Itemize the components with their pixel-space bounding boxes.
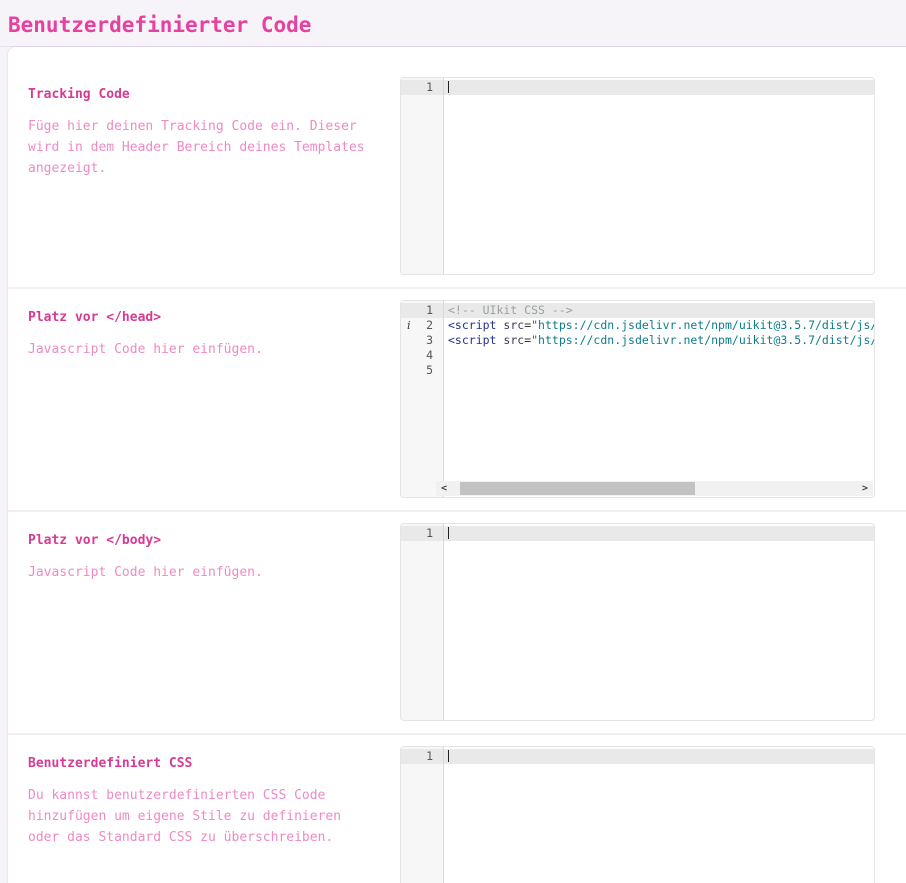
code-line: 3<script src="https://cdn.jsdelivr.net/n… (401, 333, 874, 348)
gutter-divider (443, 78, 444, 274)
section-info: Benutzerdefiniert CSS Du kannst benutzer… (8, 746, 400, 883)
custom-code-page: Benutzerdefinierter Code Tracking Code F… (0, 0, 906, 883)
code-line: 1 (401, 80, 874, 95)
line-number: 4 (401, 348, 444, 363)
line-number-gutter (401, 78, 443, 274)
line-number: 1 (401, 526, 444, 541)
text-cursor (448, 81, 449, 93)
section-custom-css: Benutzerdefiniert CSS Du kannst benutzer… (8, 733, 906, 883)
section-description: Javascript Code hier einfügen. (28, 339, 378, 360)
code-line: 1 (401, 749, 874, 764)
section-heading: Platz vor </body> (28, 533, 378, 548)
line-number: 5 (401, 363, 444, 378)
section-before-head: Platz vor </head> Javascript Code hier e… (8, 287, 906, 510)
section-info: Platz vor </body> Javascript Code hier e… (8, 523, 400, 721)
before-body-code-editor[interactable]: 1 (400, 523, 875, 721)
scrollbar-thumb[interactable] (460, 482, 695, 495)
code-line-content (444, 363, 874, 378)
line-number: i2 (401, 318, 444, 333)
code-line: 1 (401, 526, 874, 541)
code-line-content: <script src="https://cdn.jsdelivr.net/np… (444, 318, 874, 333)
code-line: 1<!-- UIkit CSS --> (401, 303, 874, 318)
code-line: 5 (401, 363, 874, 378)
section-info: Tracking Code Füge hier deinen Tracking … (8, 77, 400, 275)
line-number-gutter (401, 747, 443, 883)
section-heading: Tracking Code (28, 87, 378, 102)
page-header: Benutzerdefinierter Code (0, 0, 906, 47)
line-number: 1 (401, 80, 444, 95)
gutter-divider (443, 524, 444, 720)
section-heading: Platz vor </head> (28, 310, 378, 325)
section-before-body: Platz vor </body> Javascript Code hier e… (8, 510, 906, 733)
section-heading: Benutzerdefiniert CSS (28, 756, 378, 771)
line-number-gutter (401, 524, 443, 720)
scrollbar-track[interactable] (452, 481, 857, 496)
custom-css-code-editor[interactable]: 1 (400, 746, 875, 883)
section-description: Füge hier deinen Tracking Code ein. Dies… (28, 116, 378, 179)
code-line-content (444, 80, 874, 95)
settings-card: Tracking Code Füge hier deinen Tracking … (8, 47, 906, 883)
line-number: 1 (401, 749, 444, 764)
code-lines: 1 (401, 524, 874, 541)
page-title: Benutzerdefinierter Code (8, 13, 906, 37)
scroll-left-arrow-icon[interactable]: < (436, 481, 452, 496)
text-cursor (448, 750, 449, 762)
code-lines: 1<!-- UIkit CSS -->i2<script src="https:… (401, 301, 874, 378)
section-tracking-code: Tracking Code Füge hier deinen Tracking … (8, 66, 906, 287)
tracking-code-editor[interactable]: 1 (400, 77, 875, 275)
text-cursor (448, 527, 449, 539)
lint-info-marker: i (407, 318, 411, 333)
code-line-content (444, 348, 874, 363)
line-number: 3 (401, 333, 444, 348)
code-lines: 1 (401, 78, 874, 95)
section-description: Du kannst benutzerdefinierten CSS Code h… (28, 785, 378, 848)
code-line-content: <script src="https://cdn.jsdelivr.net/np… (444, 333, 874, 348)
section-info: Platz vor </head> Javascript Code hier e… (8, 300, 400, 498)
line-number: 1 (401, 303, 444, 318)
section-description: Javascript Code hier einfügen. (28, 562, 378, 583)
before-head-code-editor[interactable]: 1<!-- UIkit CSS -->i2<script src="https:… (400, 300, 875, 498)
code-lines: 1 (401, 747, 874, 764)
code-line: 4 (401, 348, 874, 363)
code-line-content: <!-- UIkit CSS --> (444, 303, 874, 318)
code-line: i2<script src="https://cdn.jsdelivr.net/… (401, 318, 874, 333)
code-line-content (444, 749, 874, 764)
code-line-content (444, 526, 874, 541)
scroll-right-arrow-icon[interactable]: > (857, 481, 873, 496)
gutter-divider (443, 301, 444, 497)
horizontal-scrollbar[interactable]: <> (436, 481, 873, 496)
gutter-divider (443, 747, 444, 883)
